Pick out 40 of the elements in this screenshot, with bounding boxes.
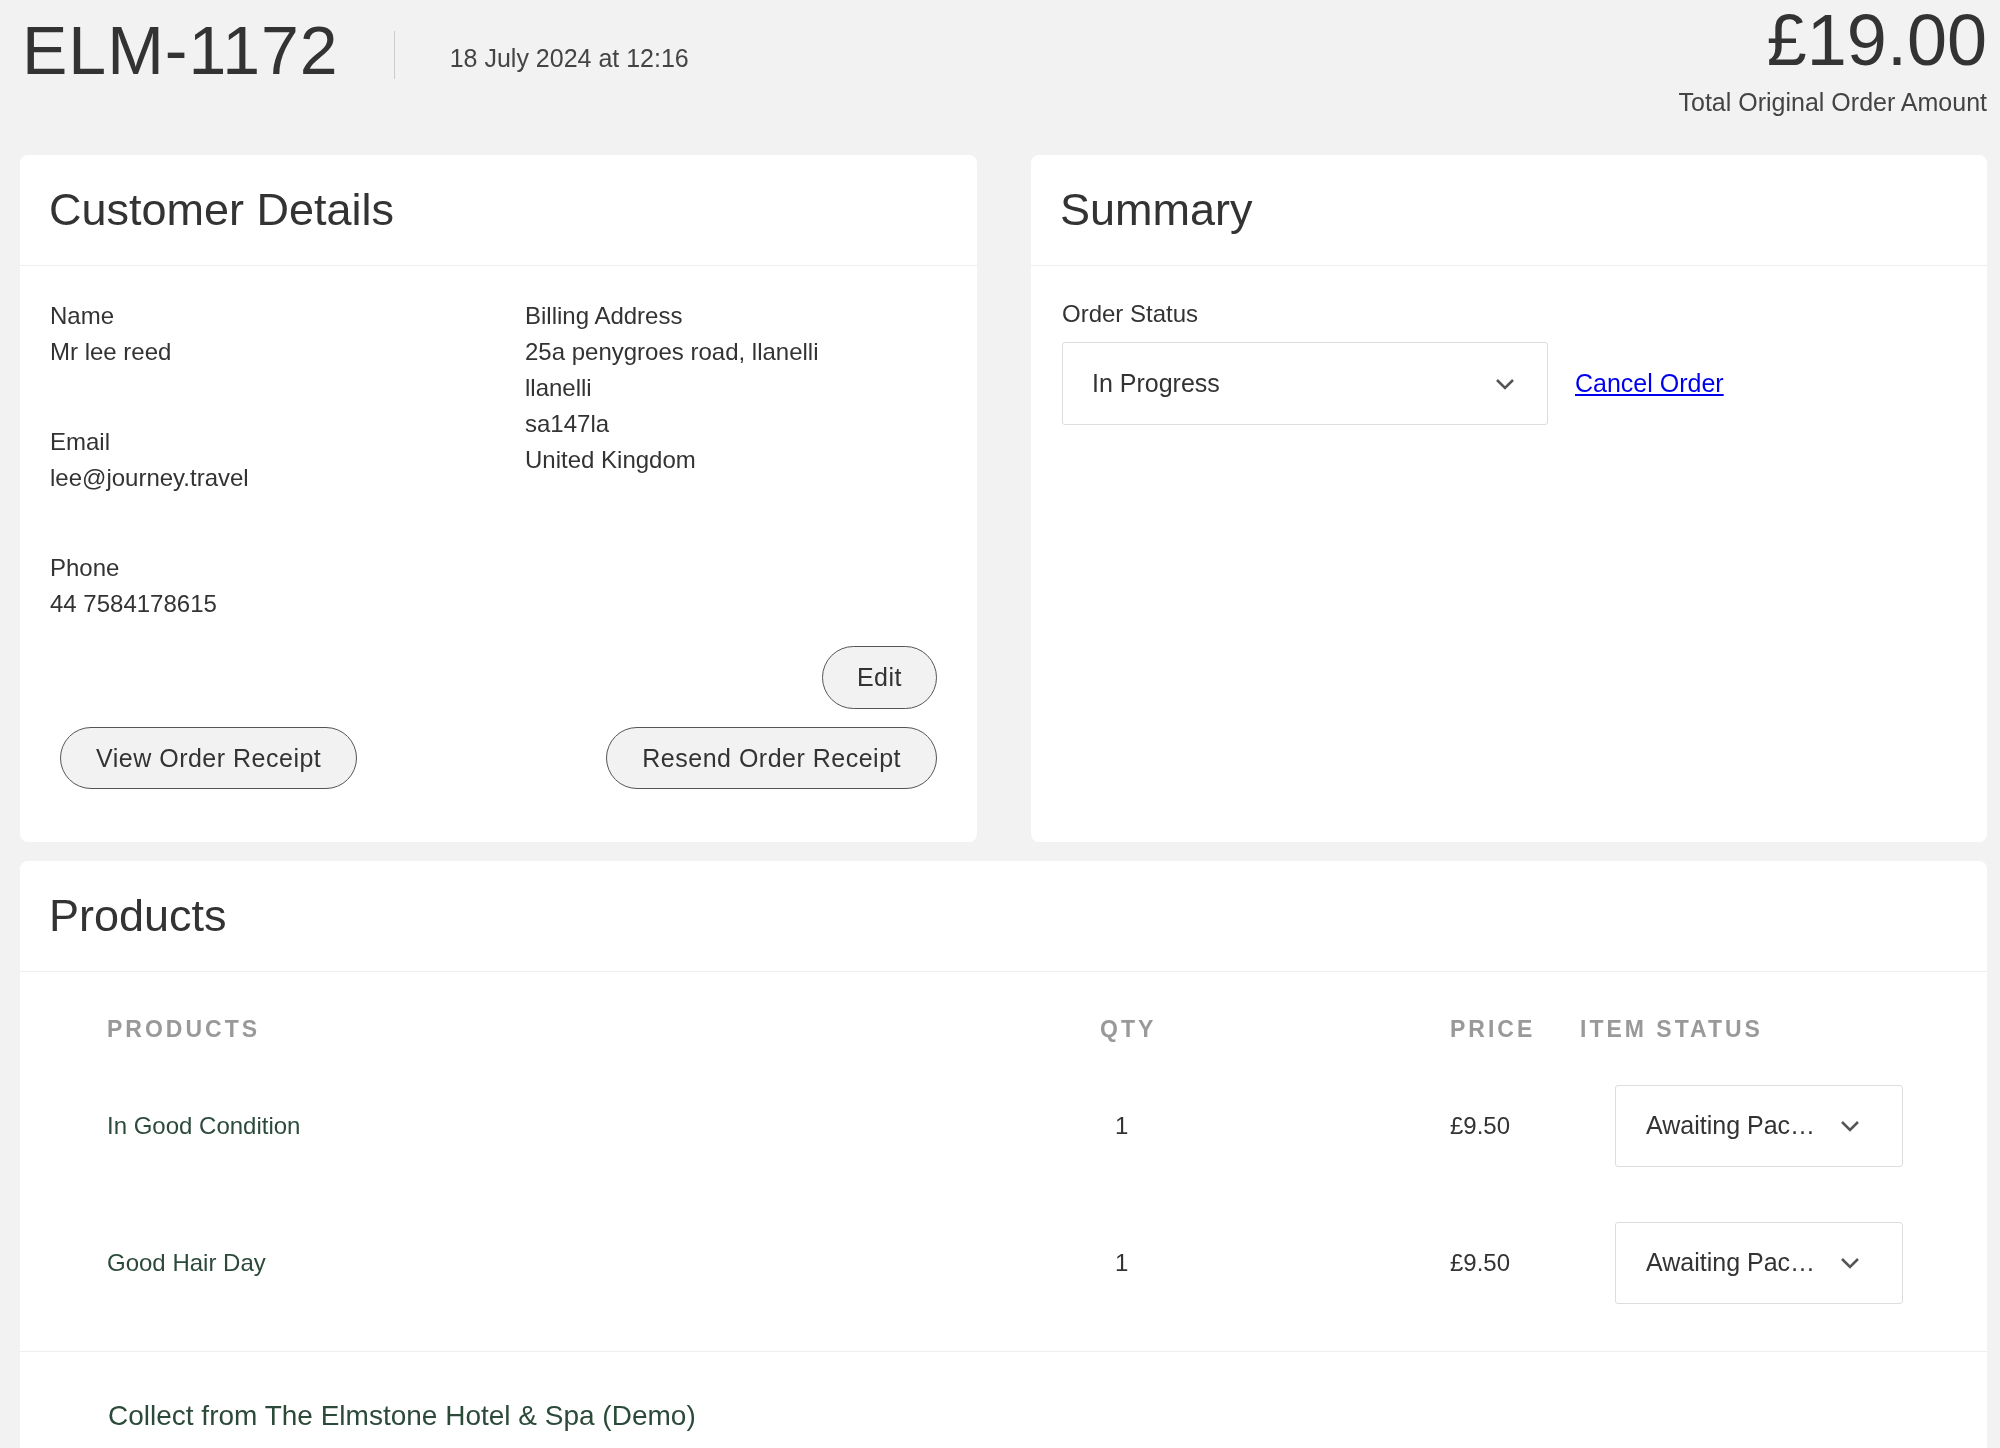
card-title: Customer Details	[49, 184, 395, 236]
field-label: Phone	[50, 553, 121, 583]
quantity-cell-text: 1	[1114, 1248, 1130, 1277]
order-total: £19.00	[1765, 2, 1987, 78]
price-cell-text: £9.50	[1450, 1248, 1512, 1277]
collection-note: Collect from The Elmstone Hotel & Spa (Demo)	[107, 1399, 697, 1432]
address-line: 25a penygroes road, llanelli	[525, 337, 820, 367]
cancel-order-link[interactable]: Cancel Order	[1575, 369, 1724, 398]
address-line: United Kingdom	[525, 445, 697, 475]
edit-button[interactable]: Edit	[821, 646, 937, 709]
column-header: ITEM STATUS	[1580, 1016, 1764, 1043]
card-title: Products	[49, 890, 227, 942]
field-label: Email	[50, 427, 111, 457]
chevron-down-icon	[1840, 1119, 1860, 1132]
order-number: ELM-1172	[22, 11, 339, 89]
field-label: Billing Address	[525, 301, 684, 331]
product-name: Good Hair Day	[107, 1248, 267, 1277]
item-status-dropdown[interactable]: Awaiting Pac…	[1615, 1084, 1903, 1167]
total-label: Total Original Order Amount	[1678, 88, 1987, 117]
field-value: Mr lee reed	[50, 337, 173, 367]
column-header: PRICE	[1450, 1016, 1537, 1043]
column-header: PRODUCTS	[107, 1016, 262, 1043]
card-title: Summary	[1060, 184, 1253, 236]
resend-receipt-button[interactable]: Resend Order Receipt	[606, 727, 937, 789]
chevron-down-icon	[1495, 377, 1515, 390]
address-line: sa147la	[525, 409, 611, 439]
column-header: QTY	[1100, 1016, 1158, 1043]
order-status-dropdown[interactable]: In Progress	[1062, 342, 1548, 425]
quantity-cell-text: 1	[1114, 1111, 1130, 1140]
field-label: Name	[50, 301, 116, 331]
price-cell-text: £9.50	[1450, 1111, 1512, 1140]
view-receipt-button[interactable]: View Order Receipt	[60, 727, 358, 789]
address-line: llanelli	[525, 373, 593, 403]
field-label: Order Status	[1062, 299, 1200, 329]
chevron-down-icon	[1840, 1256, 1860, 1269]
field-value: lee@journey.travel	[50, 463, 250, 493]
product-name: In Good Condition	[107, 1111, 302, 1140]
item-status-dropdown[interactable]: Awaiting Pac…	[1615, 1221, 1903, 1304]
order-date: 18 July 2024 at 12:16	[449, 43, 689, 73]
field-value: 44 7584178615	[50, 589, 218, 619]
